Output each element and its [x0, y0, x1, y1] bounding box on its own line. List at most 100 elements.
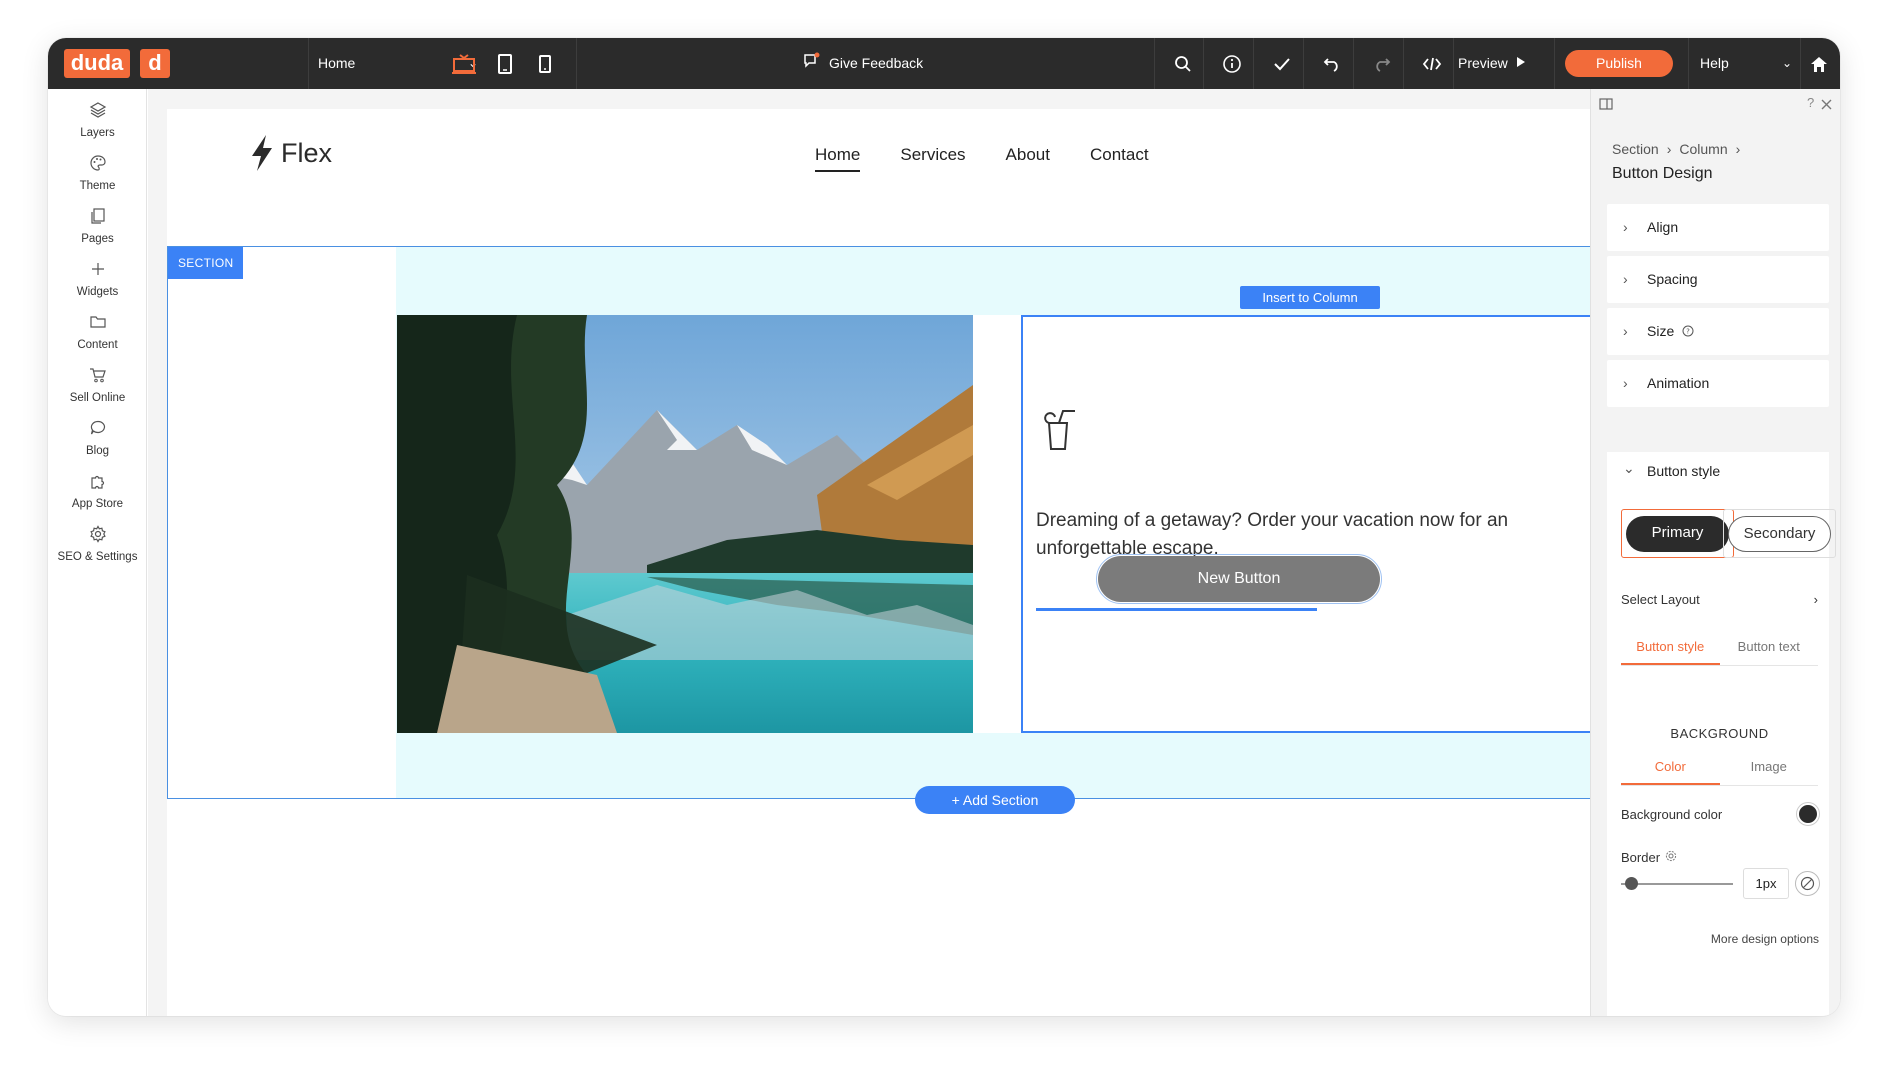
no-border-icon[interactable] — [1795, 871, 1820, 896]
code-icon[interactable] — [1418, 50, 1446, 78]
accordion-spacing[interactable]: › Spacing — [1607, 256, 1829, 303]
chat-icon — [90, 420, 105, 435]
check-icon[interactable] — [1268, 50, 1296, 78]
background-color-swatch[interactable] — [1797, 803, 1819, 825]
chevron-right-icon: › — [1666, 141, 1672, 157]
tab-color[interactable]: Color — [1621, 748, 1720, 785]
more-design-options-link[interactable]: More design options — [1711, 932, 1819, 946]
sidebar-item-sell-online[interactable]: Sell Online — [48, 366, 147, 404]
accordion-label: Animation — [1647, 375, 1710, 391]
insert-to-column-button[interactable]: Insert to Column — [1240, 286, 1380, 309]
panel-header: ? — [1591, 89, 1840, 113]
nav-item-contact[interactable]: Contact — [1090, 145, 1149, 172]
give-feedback-button[interactable]: Give Feedback — [803, 38, 923, 89]
tab-button-text[interactable]: Button text — [1720, 628, 1819, 665]
accordion-align[interactable]: › Align — [1607, 204, 1829, 251]
nav-item-home[interactable]: Home — [815, 145, 861, 172]
sidebar-item-blog[interactable]: Blog — [48, 419, 147, 457]
sidebar-item-label: Layers — [80, 127, 115, 139]
breadcrumb-section[interactable]: Section — [1612, 141, 1659, 157]
select-layout-label: Select Layout — [1621, 592, 1700, 607]
help-icon[interactable]: ? — [1807, 95, 1814, 110]
border-row-label: Border — [1621, 850, 1677, 865]
site-logo[interactable]: Flex — [249, 134, 332, 172]
cart-icon — [89, 368, 106, 383]
chevron-down-icon[interactable]: ⌄ — [1623, 460, 1635, 477]
settings-icon[interactable] — [1665, 850, 1677, 865]
breadcrumb-column[interactable]: Column — [1679, 141, 1727, 157]
toolbar-divider — [1403, 38, 1404, 89]
sidebar-item-widgets[interactable]: Widgets — [48, 260, 147, 298]
button-style-heading[interactable]: Button style — [1647, 463, 1720, 479]
chevron-right-icon: › — [1623, 323, 1628, 339]
duda-d-logo[interactable]: d — [140, 49, 170, 78]
sidebar-item-label: Blog — [85, 445, 110, 457]
column-body-text[interactable]: Dreaming of a getaway? Order your vacati… — [1036, 507, 1596, 563]
publish-button[interactable]: Publish — [1565, 50, 1673, 77]
text-selection-underline — [1036, 608, 1317, 611]
tab-image[interactable]: Image — [1720, 748, 1819, 785]
sidebar-item-label: Theme — [79, 180, 116, 192]
sidebar-item-pages[interactable]: Pages — [48, 207, 147, 245]
accordion-animation[interactable]: › Animation — [1607, 360, 1829, 407]
help-menu[interactable]: Help ⌄ — [1700, 38, 1792, 89]
toolbar-divider — [1353, 38, 1354, 89]
new-button[interactable]: New Button — [1096, 554, 1382, 604]
border-slider-handle[interactable] — [1625, 877, 1638, 890]
primary-style-option[interactable]: Primary — [1621, 509, 1734, 558]
undo-icon[interactable] — [1318, 50, 1346, 78]
add-section-button[interactable]: + Add Section — [915, 786, 1075, 814]
search-icon[interactable] — [1169, 50, 1197, 78]
background-tabs: Color Image — [1621, 748, 1818, 786]
sidebar-item-layers[interactable]: Layers — [48, 101, 147, 139]
tablet-view-icon[interactable] — [491, 50, 519, 78]
column-gap — [973, 315, 1021, 733]
sidebar-item-label: Widgets — [76, 286, 119, 298]
home-icon[interactable] — [1805, 50, 1833, 78]
nav-item-services[interactable]: Services — [900, 145, 965, 172]
preview-button[interactable]: Preview — [1458, 38, 1526, 89]
selected-column[interactable]: Dreaming of a getaway? Order your vacati… — [1021, 315, 1591, 733]
accordion-label: Size — [1647, 323, 1675, 339]
lake-mountain-image[interactable] — [397, 315, 973, 733]
toolbar-divider — [1800, 38, 1801, 89]
select-layout-row[interactable]: Select Layout › — [1621, 592, 1818, 607]
nav-item-about[interactable]: About — [1006, 145, 1050, 172]
sidebar-item-theme[interactable]: Theme — [48, 154, 147, 192]
redo-icon[interactable] — [1368, 50, 1396, 78]
primary-style-label: Primary — [1626, 515, 1729, 552]
section-tag[interactable]: SECTION — [168, 247, 244, 279]
accordion-size[interactable]: › Size ? — [1607, 308, 1829, 355]
site-nav: Home Services About Contact — [815, 145, 1149, 172]
toolbar-divider — [1253, 38, 1254, 89]
left-sidebar: Layers Theme Pages Widgets Content Sell … — [48, 89, 147, 1016]
feedback-icon — [803, 38, 821, 89]
background-heading: BACKGROUND — [1670, 726, 1769, 741]
layers-icon — [89, 102, 106, 118]
toolbar-divider — [1303, 38, 1304, 89]
pages-icon — [90, 208, 105, 224]
secondary-style-option[interactable]: Secondary — [1723, 509, 1836, 558]
tab-button-style[interactable]: Button style — [1621, 628, 1720, 665]
sidebar-item-content[interactable]: Content — [48, 313, 147, 351]
info-icon[interactable] — [1218, 50, 1246, 78]
desktop-view-icon[interactable] — [450, 50, 478, 78]
panel-title: Button Design — [1612, 165, 1713, 182]
style-tabs: Button style Button text — [1621, 628, 1818, 666]
dock-panel-icon[interactable] — [1599, 97, 1613, 115]
sidebar-item-app-store[interactable]: App Store — [48, 472, 147, 510]
top-toolbar: duda d Home ⌄ Give Feedback Preview Publ… — [48, 38, 1840, 89]
duda-logo[interactable]: duda — [64, 49, 130, 78]
chevron-right-icon: › — [1735, 141, 1741, 157]
help-circle-icon[interactable]: ? — [1682, 309, 1694, 356]
close-icon[interactable] — [1821, 97, 1832, 115]
toolbar-divider — [308, 38, 309, 89]
border-label: Border — [1621, 850, 1661, 865]
site-page: Flex Home Services About Contact SECTION… — [167, 109, 1591, 1016]
sidebar-item-seo-settings[interactable]: SEO & Settings — [48, 525, 147, 563]
border-width-input[interactable]: 1px — [1743, 868, 1789, 899]
mobile-view-icon[interactable] — [531, 50, 559, 78]
preview-label: Preview — [1458, 55, 1508, 71]
selected-section[interactable]: SECTION Insert to Column Dreaming of a g… — [167, 246, 1591, 799]
sidebar-item-label: Sell Online — [69, 392, 126, 404]
